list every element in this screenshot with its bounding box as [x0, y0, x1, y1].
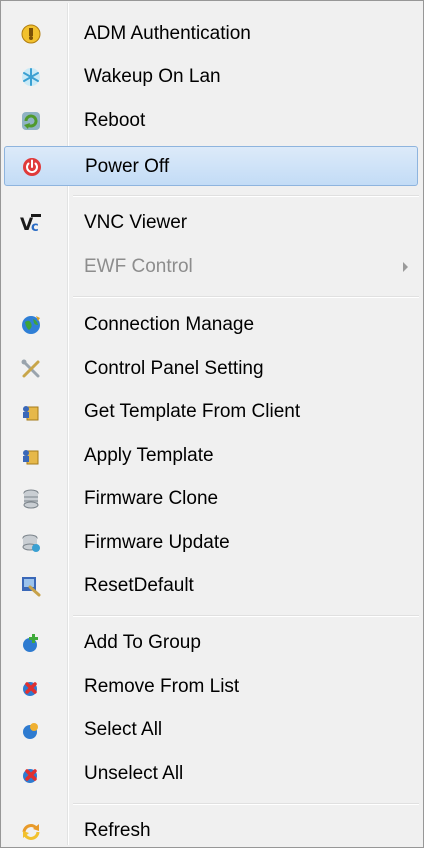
menu-item-firmware-update[interactable]: Firmware Update	[4, 523, 418, 563]
menu-item-label: Get Template From Client	[84, 401, 301, 422]
menu-item-control-panel-setting[interactable]: Control Panel Setting	[4, 349, 418, 389]
refresh-icon	[22, 824, 40, 840]
menu-item-label: Unselect All	[84, 763, 184, 784]
menu-separator	[73, 615, 419, 617]
menu-item-apply-template[interactable]: Apply Template	[4, 436, 418, 476]
menu-item-label: Refresh	[84, 820, 151, 841]
menu-item-label: ADM Authentication	[84, 23, 251, 44]
menu-item-reset-default[interactable]: ResetDefault	[4, 566, 418, 606]
remove-user-icon	[23, 682, 37, 696]
menu-item-label: EWF Control	[84, 256, 193, 277]
menu-item-get-template-from-client[interactable]: Get Template From Client	[4, 392, 418, 432]
globe-icon	[22, 316, 40, 334]
select-all-icon	[23, 723, 38, 739]
template-icon	[23, 406, 39, 421]
reset-icon	[22, 577, 41, 597]
menu-separator	[73, 296, 419, 298]
reboot-icon	[22, 112, 40, 130]
menu-item-firmware-clone[interactable]: Firmware Clone	[4, 479, 418, 519]
menu-item-unselect-all[interactable]: Unselect All	[4, 754, 418, 794]
menu-item-label: VNC Viewer	[84, 212, 188, 233]
menu-item-label: Firmware Clone	[84, 488, 219, 509]
snowflake-icon	[22, 68, 40, 86]
database-icon	[23, 489, 39, 509]
menu-item-select-all[interactable]: Select All	[4, 710, 418, 750]
database-update-icon	[22, 534, 40, 552]
template-icon	[23, 450, 39, 465]
menu-item-label: Add To Group	[84, 632, 201, 653]
menu-item-add-to-group[interactable]: Add To Group	[4, 623, 418, 663]
menu-item-label: Wakeup On Lan	[84, 66, 221, 87]
vnc-icon: V c	[20, 214, 41, 234]
power-icon	[23, 158, 41, 176]
menu-item-connection-manage[interactable]: Connection Manage	[4, 305, 418, 345]
lock-icon	[21, 24, 41, 44]
menu-item-ewf-control[interactable]: EWF Control	[4, 247, 418, 287]
menu-item-adm-authentication[interactable]: ADM Authentication	[4, 14, 418, 54]
context-menu: ADM Authentication Wakeup On Lan Reboot	[0, 0, 424, 848]
menu-item-remove-from-list[interactable]: Remove From List	[4, 667, 418, 707]
menu-item-wakeup-on-lan[interactable]: Wakeup On Lan	[4, 57, 418, 97]
menu-separator	[73, 195, 419, 197]
menu-item-label: Apply Template	[84, 445, 214, 466]
menu-item-label: Reboot	[84, 110, 146, 131]
unselect-all-icon	[23, 769, 37, 783]
add-user-icon	[23, 634, 38, 652]
menu-item-vnc-viewer[interactable]: V c VNC Viewer	[4, 203, 418, 243]
menu-item-power-off[interactable]: Power Off	[4, 146, 418, 186]
menu-item-label: Remove From List	[84, 676, 240, 697]
menu-item-label: Power Off	[85, 156, 170, 177]
svg-text:c: c	[31, 220, 39, 234]
menu-item-label: Control Panel Setting	[84, 358, 264, 379]
submenu-arrow-icon	[403, 262, 408, 272]
menu-item-label: Select All	[84, 719, 163, 740]
menu-separator	[73, 803, 419, 805]
menu-item-label: Firmware Update	[84, 532, 230, 553]
menu-item-label: ResetDefault	[84, 575, 194, 596]
tools-icon	[21, 359, 40, 378]
menu-item-label: Connection Manage	[84, 314, 255, 335]
menu-item-reboot[interactable]: Reboot	[4, 101, 418, 141]
menu-item-refresh[interactable]: Refresh	[4, 811, 418, 847]
